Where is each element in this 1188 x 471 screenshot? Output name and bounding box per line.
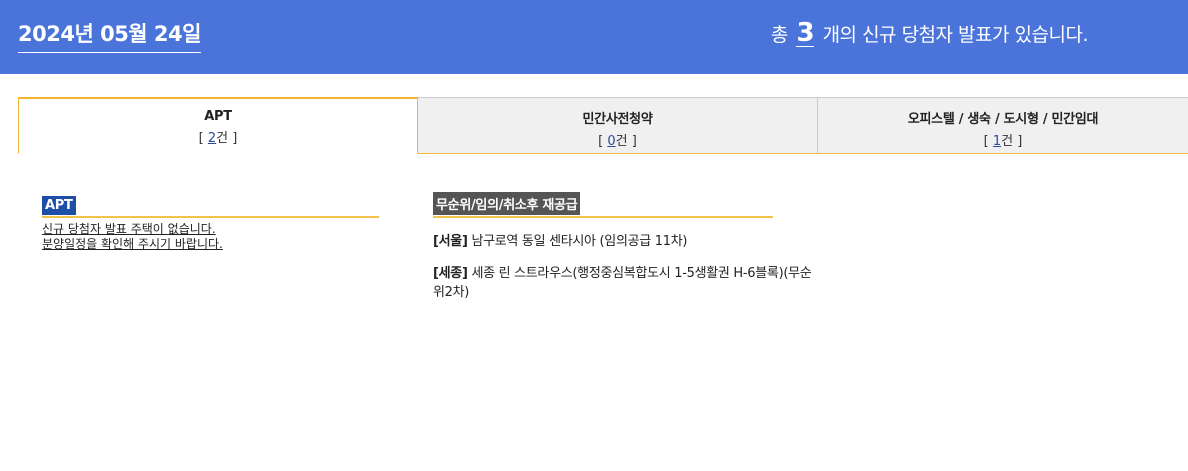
tab-apt-label: APT: [204, 109, 232, 124]
resupply-item-sejong[interactable]: [세종] 세종 린 스트라우스(행정중심복합도시 1-5생활권 H-6블록)(무…: [433, 264, 813, 302]
announcement-header: 2024년 05월 24일 총 3 개의 신규 당첨자 발표가 있습니다.: [0, 0, 1188, 74]
announcement-date: 2024년 05월 24일: [18, 18, 201, 53]
announcement-summary: 총 3 개의 신규 당첨자 발표가 있습니다.: [770, 18, 1089, 48]
apt-notice-line2[interactable]: 분양일정을 확인해 주시기 바랍니다.: [42, 237, 379, 252]
resupply-section-divider: [433, 216, 773, 218]
apt-section: APT 신규 당첨자 발표 주택이 없습니다. 분양일정을 확인해 주시기 바랍…: [42, 194, 379, 252]
apt-notice[interactable]: 신규 당첨자 발표 주택이 없습니다. 분양일정을 확인해 주시기 바랍니다.: [42, 222, 379, 252]
tab-officetel-count: [ 1건 ]: [983, 134, 1023, 149]
resupply-item-seoul[interactable]: [서울] 남구로역 동일 센타시아 (임의공급 11차): [433, 232, 813, 251]
apt-section-title: APT: [42, 196, 76, 215]
resupply-item-region: [서울]: [433, 234, 468, 249]
summary-suffix: 개의 신규 당첨자 발표가 있습니다.: [822, 24, 1089, 46]
tab-apt-count: [ 2건 ]: [198, 131, 238, 146]
apt-section-divider: [42, 216, 379, 218]
apt-notice-line1[interactable]: 신규 당첨자 발표 주택이 없습니다.: [42, 222, 379, 237]
resupply-list: [서울] 남구로역 동일 센타시아 (임의공급 11차) [세종] 세종 린 스…: [433, 232, 813, 302]
tab-private-count: [ 0건 ]: [598, 134, 637, 149]
category-tabs: APT [ 2건 ] 민간사전청약 [ 0건 ] 오피스텔 / 생숙 / 도시형…: [18, 97, 1188, 154]
tab-officetel[interactable]: 오피스텔 / 생숙 / 도시형 / 민간임대 [ 1건 ]: [818, 97, 1188, 153]
resupply-section: 무순위/임의/취소후 재공급 [서울] 남구로역 동일 센타시아 (임의공급 1…: [433, 192, 812, 315]
tab-private-label: 민간사전청약: [582, 112, 653, 127]
summary-prefix: 총: [770, 24, 788, 46]
tab-officetel-label: 오피스텔 / 생숙 / 도시형 / 민간임대: [907, 112, 1099, 127]
resupply-item-title[interactable]: 남구로역 동일 센타시아 (임의공급 11차): [468, 234, 687, 249]
resupply-item-region: [세종]: [433, 266, 468, 281]
summary-count: 3: [796, 18, 815, 48]
resupply-section-title: 무순위/임의/취소후 재공급: [433, 192, 581, 215]
resupply-item-title[interactable]: 세종 린 스트라우스(행정중심복합도시 1-5생활권 H-6블록)(무순위2차): [433, 266, 812, 300]
tab-private-pre-subscription[interactable]: 민간사전청약 [ 0건 ]: [418, 97, 818, 153]
tab-apt[interactable]: APT [ 2건 ]: [18, 97, 418, 154]
